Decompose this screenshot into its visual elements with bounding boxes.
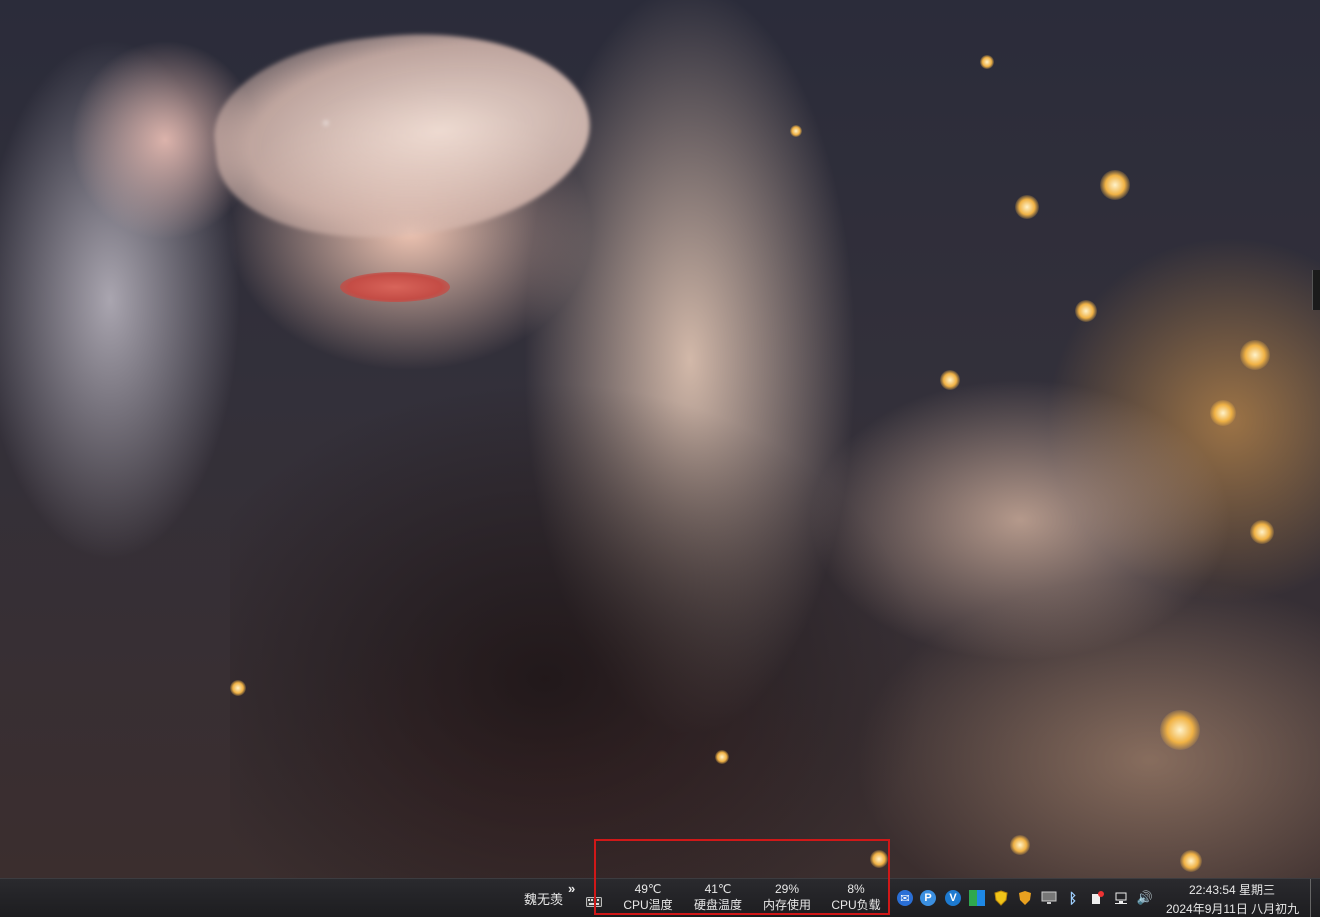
stat-value: 41℃ <box>704 882 732 896</box>
security-app-icon[interactable] <box>1017 890 1033 906</box>
spark <box>1075 300 1097 322</box>
tiles-app-icon[interactable] <box>969 890 985 906</box>
toolbar-user-label[interactable]: 魏无羡 <box>524 889 563 908</box>
clock-time[interactable]: 22:43:54 星期三 <box>1189 881 1275 898</box>
spark <box>980 55 994 69</box>
spark <box>1015 195 1039 219</box>
spark <box>870 850 888 868</box>
shield-icon-glyph <box>994 890 1008 906</box>
stat-value: 29% <box>774 882 800 896</box>
stat-label: CPU温度 <box>623 898 673 912</box>
spark <box>940 370 960 390</box>
spark <box>230 680 246 696</box>
volume-icon[interactable]: 🔊 <box>1137 890 1153 906</box>
spark <box>790 125 802 137</box>
spark <box>1180 850 1202 872</box>
wallpaper-dress <box>230 380 930 878</box>
stat-disk-temp[interactable]: 41℃ 硬盘温度 <box>683 881 753 913</box>
taskbar: 魏无羡 » 49℃ CPU温度 41℃ 硬盘温度 29% 内存使用 8% CPU… <box>0 878 1320 917</box>
overflow-chevron-icon[interactable]: » <box>568 881 575 896</box>
desktop-wallpaper <box>0 0 1320 878</box>
usb-glyph <box>1092 891 1104 904</box>
wallpaper-blindfold <box>205 15 600 255</box>
shield-icon[interactable] <box>993 890 1009 906</box>
stat-label: 硬盘温度 <box>693 898 742 912</box>
stat-value: 8% <box>847 882 865 896</box>
spark <box>715 750 729 764</box>
spark <box>1210 400 1236 426</box>
stat-value: 49℃ <box>634 882 662 896</box>
spark <box>1250 520 1274 544</box>
keyboard-icon[interactable] <box>586 897 602 907</box>
stat-label: CPU负载 <box>831 898 881 912</box>
stat-memory[interactable]: 29% 内存使用 <box>752 881 822 913</box>
spark <box>1010 835 1030 855</box>
clock-date[interactable]: 2024年9月11日 八月初九 <box>1166 900 1299 917</box>
bluetooth-icon[interactable]: ᛒ <box>1065 890 1081 906</box>
edge-panel-tab[interactable] <box>1312 270 1320 310</box>
network-icon[interactable] <box>1113 890 1129 906</box>
stat-cpu-temp[interactable]: 49℃ CPU温度 <box>613 881 683 913</box>
stat-label: 内存使用 <box>762 898 811 912</box>
show-desktop-button[interactable] <box>1310 879 1320 917</box>
wallpaper-lips <box>340 272 450 302</box>
security-shield-glyph <box>1019 891 1031 905</box>
v-app-icon[interactable]: V <box>945 890 961 906</box>
usb-device-icon[interactable] <box>1089 890 1105 906</box>
monitor-glyph <box>1041 891 1057 904</box>
chat-app-icon[interactable]: ✉ <box>897 890 913 906</box>
network-monitor-icon[interactable] <box>1041 890 1057 906</box>
network-glyph <box>1115 892 1127 904</box>
spark <box>1100 170 1130 200</box>
p-app-icon[interactable]: P <box>920 890 936 906</box>
stat-cpu-load[interactable]: 8% CPU负载 <box>821 881 891 913</box>
spark <box>1240 340 1270 370</box>
spark <box>1160 710 1200 750</box>
